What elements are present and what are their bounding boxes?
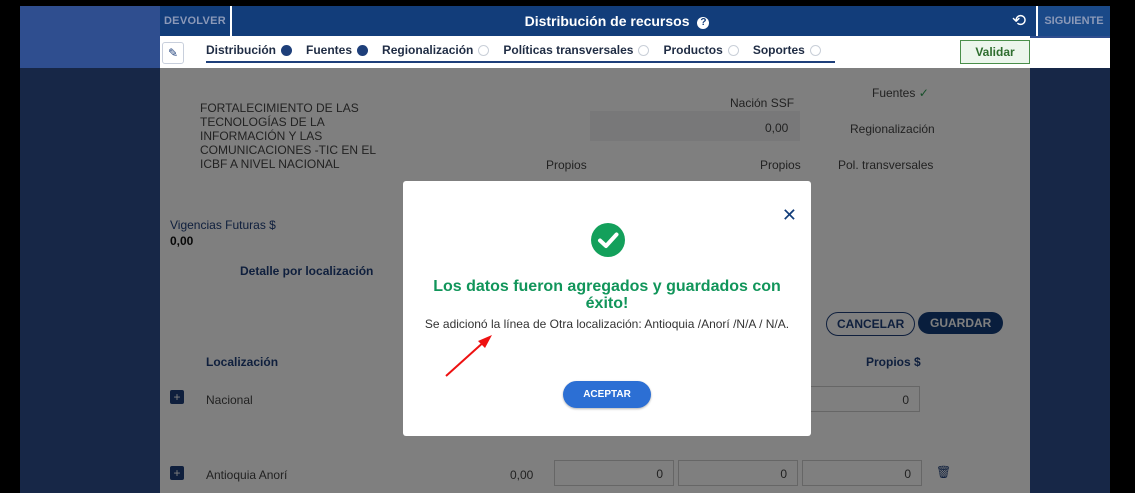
tab-label: Políticas transversales bbox=[503, 43, 634, 57]
undo-icon[interactable]: ⟲ bbox=[1002, 11, 1036, 31]
complete-dot-icon bbox=[357, 44, 369, 56]
tab-regionalizacion[interactable]: Regionalización bbox=[382, 43, 490, 57]
pending-dot-icon bbox=[727, 44, 739, 56]
pending-dot-icon bbox=[809, 44, 821, 56]
pencil-icon[interactable]: ✎ bbox=[162, 42, 184, 64]
tab-label: Soportes bbox=[752, 43, 805, 57]
devolver-button[interactable]: DEVOLVER bbox=[160, 6, 232, 36]
pending-dot-icon bbox=[478, 44, 490, 56]
tab-label: Productos bbox=[663, 43, 723, 57]
complete-dot-icon bbox=[281, 44, 293, 56]
tab-label: Fuentes bbox=[306, 43, 353, 57]
pending-dot-icon bbox=[638, 44, 650, 56]
dialog-message: Se adicionó la línea de Otra localizació… bbox=[424, 317, 790, 331]
tab-list: Distribución Fuentes Regionalización Pol… bbox=[206, 43, 835, 63]
success-check-icon bbox=[591, 223, 625, 257]
tab-productos[interactable]: Productos bbox=[663, 43, 739, 57]
question-circle-icon[interactable]: ? bbox=[697, 17, 710, 29]
success-dialog: ✕ Los datos fueron agregados y guardados… bbox=[403, 181, 811, 436]
tab-label: Distribución bbox=[206, 43, 277, 57]
tab-distribucion[interactable]: Distribución bbox=[206, 43, 293, 57]
close-icon[interactable]: ✕ bbox=[782, 205, 797, 226]
top-bar: DEVOLVER Distribución de recursos ? ⟲ SI… bbox=[160, 6, 1110, 36]
tab-soportes[interactable]: Soportes bbox=[753, 43, 821, 57]
tab-politicas-transversales[interactable]: Políticas transversales bbox=[503, 43, 650, 57]
dialog-title: Los datos fueron agregados y guardados c… bbox=[433, 278, 781, 312]
red-arrow-annotation bbox=[445, 335, 492, 377]
tab-label: Regionalización bbox=[382, 43, 474, 57]
app-frame: DEVOLVER Distribución de recursos ? ⟲ SI… bbox=[20, 6, 1110, 493]
page-title: Distribución de recursos ? bbox=[232, 13, 1002, 29]
validar-button[interactable]: Validar bbox=[960, 40, 1030, 64]
aceptar-button[interactable]: ACEPTAR bbox=[563, 381, 651, 408]
tab-fuentes[interactable]: Fuentes bbox=[306, 43, 369, 57]
siguiente-button[interactable]: SIGUIENTE bbox=[1036, 6, 1110, 36]
check-mark-icon bbox=[598, 232, 619, 248]
page-title-text: Distribución de recursos bbox=[524, 13, 690, 29]
